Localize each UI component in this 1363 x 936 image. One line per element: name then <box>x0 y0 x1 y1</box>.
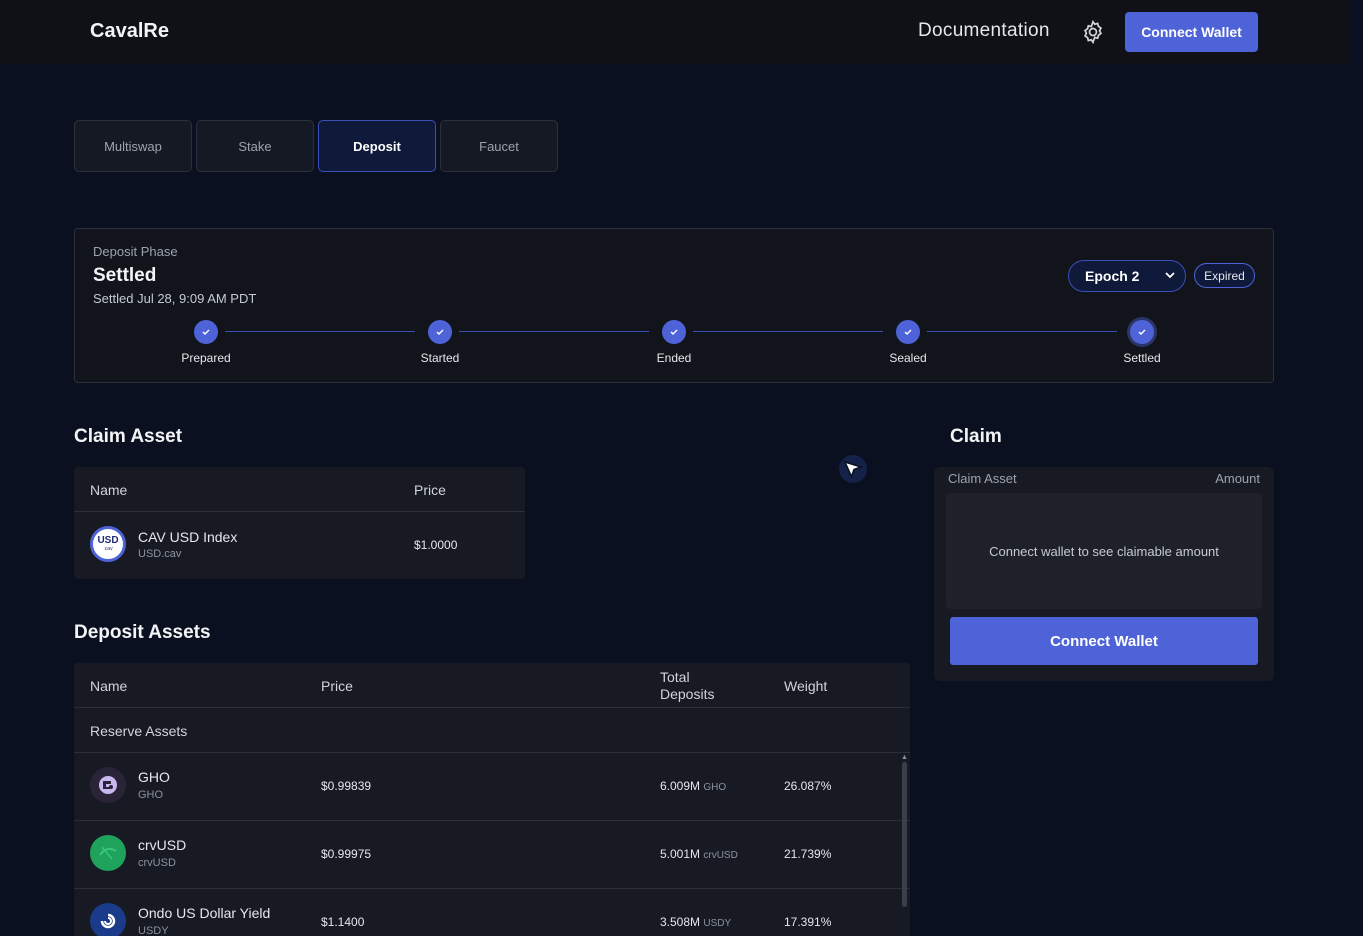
claim-connect-wallet-button[interactable]: Connect Wallet <box>950 617 1258 665</box>
deposit-assets-table: Name Price Total Deposits Weight Reserve… <box>74 663 910 936</box>
app-logo[interactable]: CavalRe <box>90 20 169 43</box>
step-label-prepared: Prepared <box>181 351 231 365</box>
column-header-name: Name <box>90 482 128 498</box>
epoch-select[interactable]: Epoch 2 <box>1068 260 1186 292</box>
step-connector <box>927 331 1117 332</box>
check-icon <box>670 329 678 335</box>
claim-asset-label: Claim Asset <box>948 471 1017 486</box>
tab-stake[interactable]: Stake <box>196 120 314 172</box>
deposits-unit: crvUSD <box>703 850 738 861</box>
claim-asset-heading: Claim Asset <box>74 426 183 447</box>
icon-subtext: .cav <box>103 546 113 552</box>
deposits-unit: USDY <box>703 918 732 929</box>
asset-symbol: GHO <box>138 789 164 801</box>
deposits-unit: GHO <box>703 782 727 793</box>
chevron-down-icon <box>1165 272 1175 279</box>
divider <box>74 511 525 512</box>
asset-price: $1.0000 <box>414 538 458 552</box>
mouse-pointer-icon <box>836 452 870 486</box>
claim-message: Connect wallet to see claimable amount <box>989 543 1219 559</box>
asset-price: $0.99975 <box>321 847 372 861</box>
asset-symbol: USDY <box>138 925 169 936</box>
group-label: Reserve Assets <box>90 723 188 739</box>
epoch-value: Epoch 2 <box>1085 268 1140 284</box>
asset-name: Ondo US Dollar Yield <box>138 905 271 921</box>
divider <box>74 752 910 753</box>
asset-name: crvUSD <box>138 837 187 853</box>
step-ended-dot <box>662 320 686 344</box>
claim-message-box: Connect wallet to see claimable amount <box>946 493 1262 609</box>
crvusd-icon <box>90 835 126 871</box>
claim-panel: Claim Asset Amount Connect wallet to see… <box>934 467 1274 681</box>
deposits-value: 5.001M <box>660 847 701 861</box>
top-bar: CavalRe Documentation Connect Wallet <box>0 0 1349 64</box>
step-connector <box>225 331 415 332</box>
tab-deposit[interactable]: Deposit <box>318 120 436 172</box>
column-header-price: Price <box>414 482 446 498</box>
step-settled-dot <box>1130 320 1154 344</box>
tab-bar: Multiswap Stake Deposit Faucet <box>74 120 558 172</box>
deposits-value: 6.009M <box>660 779 701 793</box>
tab-faucet[interactable]: Faucet <box>440 120 558 172</box>
claim-asset-table: Name Price USD .cav CAV USD Index USD.ca… <box>74 467 525 579</box>
column-header-price: Price <box>321 678 353 694</box>
connect-wallet-button[interactable]: Connect Wallet <box>1125 12 1258 52</box>
asset-name: GHO <box>138 769 170 785</box>
column-header-weight: Weight <box>784 678 828 694</box>
divider <box>74 888 910 889</box>
asset-price: $0.99839 <box>321 779 372 793</box>
check-icon <box>436 329 444 335</box>
asset-symbol: USD.cav <box>138 548 182 560</box>
deposit-phase-panel: Deposit Phase Settled Settled Jul 28, 9:… <box>74 228 1274 383</box>
asset-weight: 17.391% <box>784 915 832 929</box>
step-connector <box>693 331 883 332</box>
usdy-icon <box>90 903 126 936</box>
asset-weight: 26.087% <box>784 779 832 793</box>
column-header-name: Name <box>90 678 128 694</box>
usd-cav-icon: USD .cav <box>90 526 126 562</box>
divider <box>74 820 910 821</box>
asset-deposits: 6.009M GHO <box>660 779 726 793</box>
step-connector <box>459 331 649 332</box>
gear-icon[interactable] <box>1080 19 1106 45</box>
step-started-dot <box>428 320 452 344</box>
step-label-ended: Ended <box>656 351 692 365</box>
documentation-link[interactable]: Documentation <box>918 20 1050 42</box>
asset-deposits: 3.508M USDY <box>660 915 731 929</box>
column-header-total-deposits: Total Deposits <box>660 669 715 702</box>
asset-price: $1.1400 <box>321 915 365 929</box>
deposit-assets-heading: Deposit Assets <box>74 622 211 643</box>
step-sealed-dot <box>896 320 920 344</box>
phase-label: Deposit Phase <box>93 244 178 259</box>
amount-label: Amount <box>1215 471 1260 486</box>
scroll-up-arrow-icon[interactable]: ▲ <box>901 754 908 761</box>
gho-icon <box>90 767 126 803</box>
deposits-value: 3.508M <box>660 915 701 929</box>
asset-deposits: 5.001M crvUSD <box>660 847 738 861</box>
status-badge: Expired <box>1194 263 1255 288</box>
claim-heading: Claim <box>950 426 1002 447</box>
scrollbar[interactable] <box>902 762 907 907</box>
divider <box>74 707 910 708</box>
step-label-sealed: Sealed <box>889 351 927 365</box>
tab-multiswap[interactable]: Multiswap <box>74 120 192 172</box>
icon-text: USD <box>97 535 119 546</box>
step-label-settled: Settled <box>1123 351 1161 365</box>
asset-name: CAV USD Index <box>138 529 238 545</box>
asset-symbol: crvUSD <box>138 857 176 869</box>
phase-title: Settled <box>93 265 157 286</box>
asset-weight: 21.739% <box>784 847 832 861</box>
step-prepared-dot <box>194 320 218 344</box>
phase-subtitle: Settled Jul 28, 9:09 AM PDT <box>93 291 257 306</box>
step-label-started: Started <box>420 351 460 365</box>
check-icon <box>1138 329 1146 335</box>
check-icon <box>202 329 210 335</box>
check-icon <box>904 329 912 335</box>
